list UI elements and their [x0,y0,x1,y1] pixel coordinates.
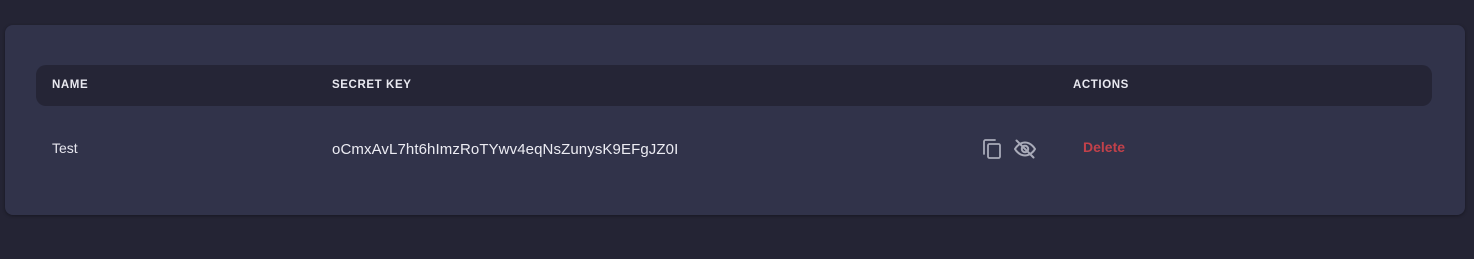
table-header: NAME SECRET KEY ACTIONS [36,65,1432,106]
delete-button[interactable]: Delete [1083,139,1125,155]
copy-icon [983,139,1001,159]
column-header-secret-key: SECRET KEY [332,79,412,91]
column-header-name: NAME [52,79,89,91]
column-header-actions: ACTIONS [1073,79,1129,91]
key-name: Test [52,140,78,156]
secret-key-value: oCmxAvL7ht6hImzRoTYwv4eqNsZunysK9EFgJZ0I [332,141,679,158]
toggle-visibility-button[interactable] [1013,137,1037,161]
table-row: Test oCmxAvL7ht6hImzRoTYwv4eqNsZunysK9EF… [36,125,1432,173]
copy-button[interactable] [980,137,1004,161]
eye-off-icon [1014,139,1036,159]
api-keys-card: NAME SECRET KEY ACTIONS Test oCmxAvL7ht6… [5,25,1465,215]
